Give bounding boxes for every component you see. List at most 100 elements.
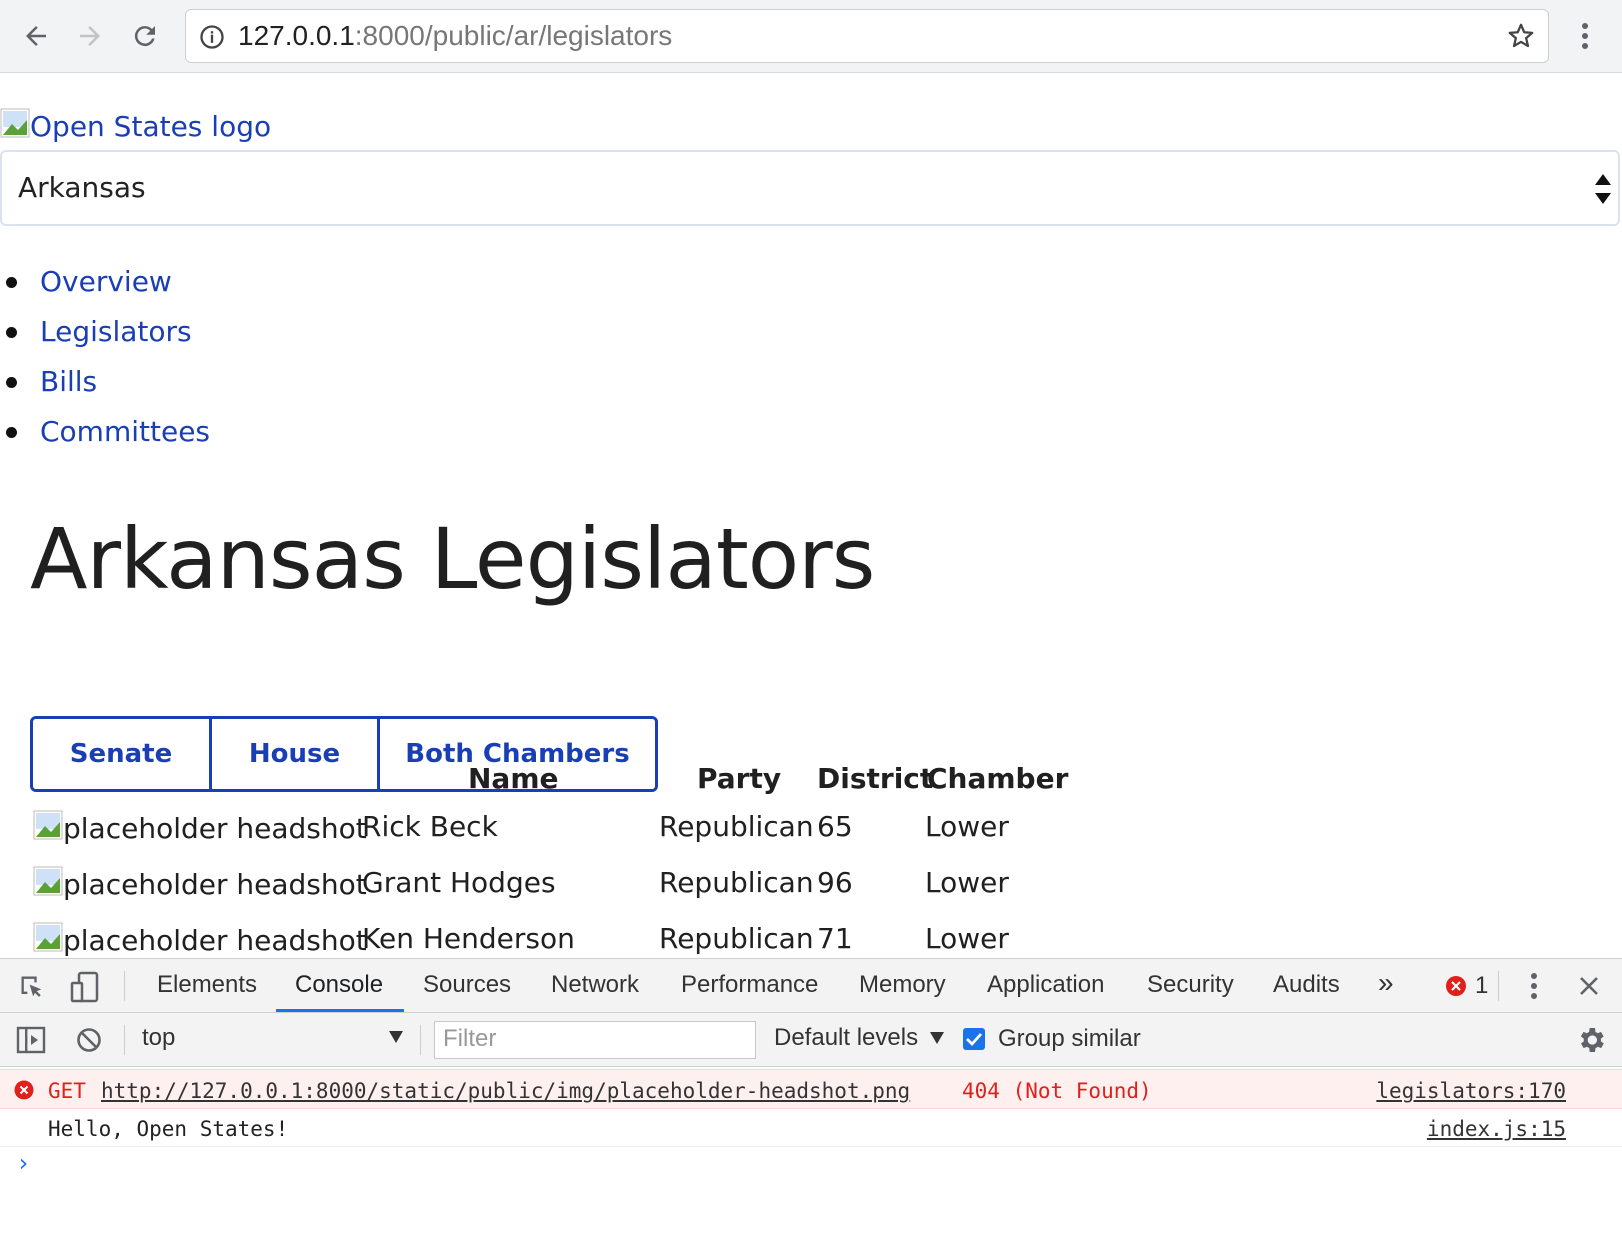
log-text: Hello, Open States! (48, 1117, 289, 1141)
nav-item-legislators: Legislators (0, 312, 210, 362)
prompt-chevron-icon: › (16, 1149, 31, 1177)
more-tabs-button[interactable]: » (1378, 967, 1394, 999)
request-status: 404 (Not Found) (962, 1079, 1152, 1103)
nav-link-bills[interactable]: Bills (40, 365, 97, 398)
console-error-message: GET http://127.0.0.1:8000/static/public/… (0, 1069, 1622, 1109)
table-row: placeholder headshot (33, 866, 367, 901)
state-select-value: Arkansas (18, 171, 146, 204)
address-bar[interactable]: 127.0.0.1:8000/public/ar/legislators (185, 9, 1549, 63)
tab-audits[interactable]: Audits (1273, 971, 1340, 999)
context-select[interactable]: top (142, 1024, 404, 1056)
group-similar-toggle[interactable]: Group similar (962, 1025, 1141, 1053)
page-content: Open States logo Arkansas Overview Legis… (0, 74, 1622, 958)
reload-button[interactable] (127, 18, 163, 54)
context-value: top (142, 1024, 176, 1051)
broken-image-icon (33, 810, 63, 840)
error-icon (1446, 976, 1466, 996)
message-source-link[interactable]: index.js:15 (1427, 1117, 1566, 1141)
clear-console-icon[interactable] (76, 1027, 102, 1053)
inspect-element-icon[interactable] (18, 973, 46, 1001)
tab-network[interactable]: Network (551, 971, 639, 999)
checkbox-checked-icon[interactable] (962, 1027, 986, 1051)
nav-link-committees[interactable]: Committees (40, 415, 210, 448)
bookmark-star-icon[interactable] (1506, 21, 1536, 51)
filter-box (434, 1021, 756, 1059)
state-select[interactable]: Arkansas (0, 150, 1620, 226)
filter-input[interactable] (435, 1022, 751, 1056)
tab-application[interactable]: Application (987, 971, 1104, 999)
broken-image-icon (33, 922, 63, 952)
back-button[interactable] (18, 18, 54, 54)
bullet-icon (6, 327, 17, 338)
site-logo[interactable]: Open States logo (0, 108, 271, 143)
info-icon (200, 25, 224, 49)
chamber-filter-group: Senate House Both Chambers (30, 716, 658, 792)
legislator-party: Republican (659, 922, 814, 955)
table-row: placeholder headshot (33, 922, 367, 957)
sidebar-toggle-icon[interactable] (16, 1026, 46, 1054)
arrow-left-icon (26, 26, 46, 46)
legislator-name[interactable]: Ken Henderson (362, 922, 575, 955)
column-header-chamber: Chamber (927, 762, 1069, 795)
legislator-district: 65 (817, 810, 853, 843)
table-row: placeholder headshot (33, 810, 367, 845)
column-header-district: District (817, 762, 934, 795)
nav-link-legislators[interactable]: Legislators (40, 315, 192, 348)
arrow-right-icon (80, 26, 100, 46)
legislator-name[interactable]: Rick Beck (362, 810, 498, 843)
console-prompt[interactable]: › (0, 1147, 1622, 1187)
dropdown-arrow-icon (929, 1032, 944, 1044)
senate-button[interactable]: Senate (33, 719, 209, 789)
divider (124, 971, 125, 1001)
devtools-panel: Elements Console Sources Network Perform… (0, 958, 1622, 1257)
group-similar-label: Group similar (998, 1025, 1141, 1052)
column-header-party: Party (697, 762, 782, 795)
tab-sources[interactable]: Sources (423, 971, 511, 999)
tab-memory[interactable]: Memory (859, 971, 946, 999)
message-source-link[interactable]: legislators:170 (1376, 1079, 1566, 1103)
state-nav: Overview Legislators Bills Committees (0, 262, 210, 462)
devtools-tab-bar: Elements Console Sources Network Perform… (0, 959, 1622, 1013)
browser-menu-button[interactable] (1572, 18, 1598, 54)
log-levels-select[interactable]: Default levels (774, 1024, 945, 1052)
browser-toolbar: 127.0.0.1:8000/public/ar/legislators (0, 0, 1622, 73)
error-counter[interactable]: 1 (1445, 972, 1488, 1000)
tab-security[interactable]: Security (1147, 971, 1234, 999)
page-title: Arkansas Legislators (30, 510, 875, 608)
divider (1498, 971, 1499, 1001)
console-toolbar: top Default levels Group similar (0, 1013, 1622, 1067)
bullet-icon (6, 277, 17, 288)
legislator-party: Republican (659, 866, 814, 899)
more-vert-icon[interactable] (1530, 972, 1538, 1000)
forward-button[interactable] (72, 18, 108, 54)
house-button[interactable]: House (209, 719, 377, 789)
bullet-icon (6, 427, 17, 438)
headshot-alt-text: placeholder headshot (63, 924, 367, 957)
request-url-link[interactable]: http://127.0.0.1:8000/static/public/img/… (101, 1079, 910, 1103)
tab-console[interactable]: Console (295, 971, 383, 999)
nav-item-overview: Overview (0, 262, 210, 312)
dropdown-arrow-icon (389, 1031, 403, 1043)
request-method: GET (48, 1079, 86, 1103)
nav-item-committees: Committees (0, 412, 210, 462)
legislator-chamber: Lower (925, 922, 1009, 955)
headshot-alt-text: placeholder headshot (63, 868, 367, 901)
legislator-chamber: Lower (925, 866, 1009, 899)
legislator-district: 96 (817, 866, 853, 899)
legislator-chamber: Lower (925, 810, 1009, 843)
nav-item-bills: Bills (0, 362, 210, 412)
divider (124, 1025, 125, 1055)
gear-icon[interactable] (1575, 1024, 1607, 1056)
log-levels-value: Default levels (774, 1024, 919, 1051)
tab-performance[interactable]: Performance (681, 971, 818, 999)
nav-link-overview[interactable]: Overview (40, 265, 172, 298)
tab-elements[interactable]: Elements (157, 971, 257, 999)
error-count: 1 (1475, 972, 1489, 999)
device-toolbar-icon[interactable] (70, 971, 100, 1003)
divider (420, 1025, 421, 1055)
legislator-district: 71 (817, 922, 853, 955)
error-icon (14, 1080, 34, 1100)
column-header-name: Name (468, 762, 559, 795)
legislator-name[interactable]: Grant Hodges (362, 866, 556, 899)
close-icon[interactable] (1578, 975, 1600, 997)
